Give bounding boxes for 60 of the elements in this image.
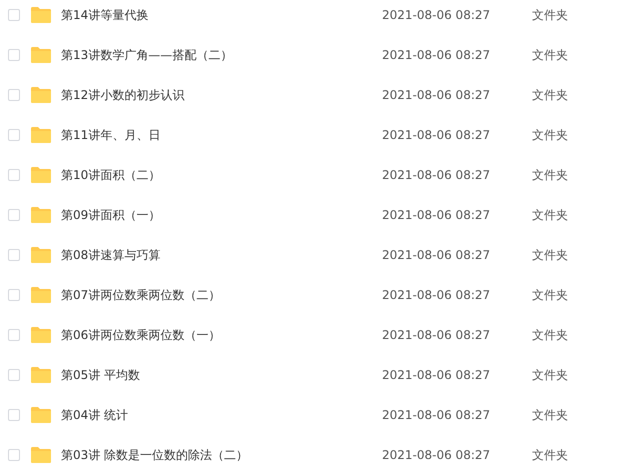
folder-name[interactable]: 第08讲速算与巧算	[61, 246, 382, 264]
folder-icon	[31, 87, 51, 103]
checkbox[interactable]	[8, 9, 20, 21]
modified-date: 2021-08-06 08:27	[382, 8, 492, 22]
folder-icon	[31, 367, 51, 383]
file-type: 文件夹	[532, 86, 568, 104]
folder-icon	[31, 167, 51, 183]
file-type: 文件夹	[532, 406, 568, 424]
modified-date: 2021-08-06 08:27	[382, 408, 492, 422]
folder-icon	[31, 207, 51, 223]
folder-name[interactable]: 第05讲 平均数	[61, 366, 382, 384]
file-type: 文件夹	[532, 46, 568, 64]
folder-name[interactable]: 第03讲 除数是一位数的除法（二）	[61, 446, 382, 464]
modified-date: 2021-08-06 08:27	[382, 288, 492, 302]
folder-name[interactable]: 第13讲数学广角——搭配（二）	[61, 46, 382, 64]
checkbox[interactable]	[8, 169, 20, 181]
folder-icon	[31, 7, 51, 23]
modified-date: 2021-08-06 08:27	[382, 448, 492, 462]
folder-icon	[31, 127, 51, 143]
folder-icon	[31, 447, 51, 463]
folder-name[interactable]: 第14讲等量代换	[61, 6, 382, 24]
checkbox[interactable]	[8, 289, 20, 301]
file-type: 文件夹	[532, 6, 568, 24]
checkbox[interactable]	[8, 449, 20, 461]
checkbox[interactable]	[8, 329, 20, 341]
modified-date: 2021-08-06 08:27	[382, 208, 492, 222]
modified-date: 2021-08-06 08:27	[382, 248, 492, 262]
folder-icon	[31, 47, 51, 63]
folder-icon	[31, 247, 51, 263]
folder-icon	[31, 327, 51, 343]
folder-name[interactable]: 第10讲面积（二）	[61, 166, 382, 184]
file-type: 文件夹	[532, 166, 568, 184]
folder-name[interactable]: 第12讲小数的初步认识	[61, 86, 382, 104]
file-type: 文件夹	[532, 246, 568, 264]
folder-name[interactable]: 第06讲两位数乘两位数（一）	[61, 326, 382, 344]
modified-date: 2021-08-06 08:27	[382, 328, 492, 342]
checkbox[interactable]	[8, 49, 20, 61]
modified-date: 2021-08-06 08:27	[382, 368, 492, 382]
file-type: 文件夹	[532, 446, 568, 464]
checkbox[interactable]	[8, 89, 20, 101]
folder-name[interactable]: 第07讲两位数乘两位数（二）	[61, 286, 382, 304]
checkbox[interactable]	[8, 129, 20, 141]
folder-name[interactable]: 第09讲面积（一）	[61, 206, 382, 224]
checkbox[interactable]	[8, 249, 20, 261]
file-type: 文件夹	[532, 126, 568, 144]
file-type: 文件夹	[532, 326, 568, 344]
folder-icon	[31, 407, 51, 423]
file-type: 文件夹	[532, 286, 568, 304]
file-type: 文件夹	[532, 206, 568, 224]
folder-name[interactable]: 第04讲 统计	[61, 406, 382, 424]
modified-date: 2021-08-06 08:27	[382, 48, 492, 62]
modified-date: 2021-08-06 08:27	[382, 128, 492, 142]
folder-name[interactable]: 第11讲年、月、日	[61, 126, 382, 144]
checkbox[interactable]	[8, 209, 20, 221]
folder-icon	[31, 287, 51, 303]
checkbox[interactable]	[8, 409, 20, 421]
checkbox[interactable]	[8, 369, 20, 381]
modified-date: 2021-08-06 08:27	[382, 168, 492, 182]
modified-date: 2021-08-06 08:27	[382, 88, 492, 102]
file-type: 文件夹	[532, 366, 568, 384]
